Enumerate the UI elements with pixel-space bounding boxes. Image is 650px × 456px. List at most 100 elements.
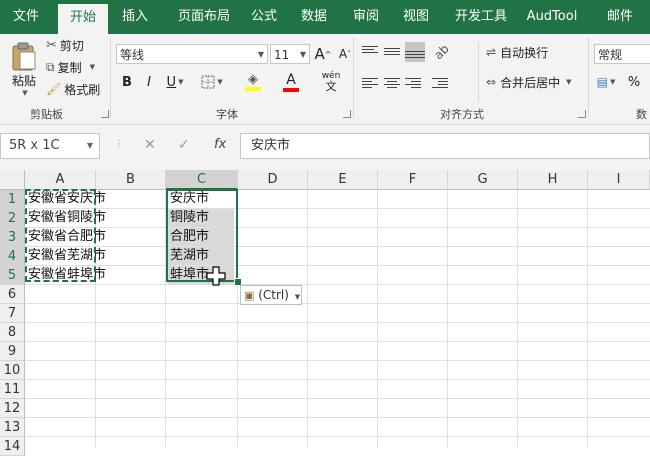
caret-up-icon: ^ xyxy=(324,49,332,59)
gridline xyxy=(517,190,518,448)
select-all-corner[interactable] xyxy=(0,170,25,190)
column-header-c[interactable]: C xyxy=(166,170,238,190)
font-dialog-launcher[interactable] xyxy=(343,110,351,118)
drag-handle-icon[interactable]: ⋮ xyxy=(114,139,124,150)
alignment-dialog-launcher[interactable] xyxy=(578,110,586,118)
row-header-11[interactable]: 11 xyxy=(0,380,25,399)
borders-button[interactable]: ▼ xyxy=(198,72,226,92)
tab-developer[interactable]: 开发工具 xyxy=(448,0,514,34)
row-header-1[interactable]: 1 xyxy=(0,190,25,209)
row-header-2[interactable]: 2 xyxy=(0,209,25,228)
confirm-edit-icon[interactable]: ✓ xyxy=(178,137,190,153)
gridline xyxy=(25,303,650,304)
font-color-swatch xyxy=(283,87,299,92)
currency-icon: ▤ xyxy=(596,75,608,89)
paste-options-button[interactable]: ▣ (Ctrl) ▼ xyxy=(240,285,302,305)
row-header-12[interactable]: 12 xyxy=(0,399,25,418)
row-header-8[interactable]: 8 xyxy=(0,323,25,342)
copy-button[interactable]: ⧉ 复制 ▼ xyxy=(46,58,95,76)
formula-input[interactable]: 安庆市 xyxy=(240,133,650,159)
gridline xyxy=(587,190,588,448)
align-left-icon[interactable] xyxy=(362,76,378,90)
merge-center-button[interactable]: ⇔ 合并后居中 ▼ xyxy=(486,72,571,92)
fill-color-button[interactable]: ◈ xyxy=(238,70,268,94)
merge-center-label: 合并后居中 xyxy=(500,75,561,90)
column-header-d[interactable]: D xyxy=(238,170,308,190)
row-header-6[interactable]: 6 xyxy=(0,285,25,304)
group-separator xyxy=(588,38,589,118)
align-top-icon[interactable] xyxy=(362,44,378,58)
cut-label: 剪切 xyxy=(59,38,84,53)
row-header-3[interactable]: 3 xyxy=(0,228,25,247)
shrink-font-label: A xyxy=(338,47,348,61)
phonetic-guide-button[interactable]: wén 文 xyxy=(316,70,346,94)
column-header-a[interactable]: A xyxy=(25,170,96,190)
column-header-e[interactable]: E xyxy=(308,170,378,190)
chevron-down-icon: ▼ xyxy=(257,50,264,59)
percent-button[interactable]: % xyxy=(626,72,642,92)
indent-icon[interactable] xyxy=(432,76,448,90)
font-size-combo[interactable]: 11 ▼ xyxy=(270,44,310,64)
gridline xyxy=(25,417,650,418)
row-header-10[interactable]: 10 xyxy=(0,361,25,380)
tab-data[interactable]: 数据 xyxy=(294,0,334,34)
worksheet-grid[interactable]: A B C D E F G H I 1 2 3 4 5 6 7 8 9 10 1… xyxy=(0,170,650,456)
font-name-combo[interactable]: 等线 ▼ xyxy=(116,44,268,64)
tab-view[interactable]: 视图 xyxy=(396,0,436,34)
clipboard-dialog-launcher[interactable] xyxy=(101,110,109,118)
row-header-13[interactable]: 13 xyxy=(0,418,25,437)
row-header-7[interactable]: 7 xyxy=(0,304,25,323)
gridline xyxy=(25,265,650,266)
grow-font-label: A xyxy=(314,45,325,63)
align-right-icon[interactable] xyxy=(405,76,421,90)
gridline xyxy=(25,227,650,228)
column-header-g[interactable]: G xyxy=(448,170,518,190)
name-box[interactable]: 5R x 1C ▼ xyxy=(0,133,100,159)
paste-options-label: (Ctrl) xyxy=(258,288,289,302)
bold-button[interactable]: B xyxy=(118,72,136,92)
paste-button[interactable]: 粘贴 ▼ xyxy=(6,38,42,100)
row-header-5[interactable]: 5 xyxy=(0,266,25,285)
wrap-text-label: 自动换行 xyxy=(500,45,549,60)
align-center-icon[interactable] xyxy=(384,76,400,90)
font-color-button[interactable]: A xyxy=(276,70,306,94)
column-header-h[interactable]: H xyxy=(518,170,588,190)
tab-insert[interactable]: 插入 xyxy=(112,0,158,34)
gridline xyxy=(447,190,448,448)
tab-formulas[interactable]: 公式 xyxy=(244,0,284,34)
insert-function-icon[interactable]: fx xyxy=(214,137,226,152)
cancel-edit-icon[interactable]: ✕ xyxy=(144,137,156,153)
column-header-b[interactable]: B xyxy=(96,170,166,190)
italic-button[interactable]: I xyxy=(140,72,158,92)
tab-review[interactable]: 审阅 xyxy=(346,0,386,34)
tab-file[interactable]: 文件 xyxy=(0,0,52,34)
number-group-label: 数 xyxy=(636,108,647,121)
cut-button[interactable]: ✂ 剪切 xyxy=(46,36,84,54)
orientation-button[interactable]: ab xyxy=(431,42,451,62)
tab-mailings[interactable]: 邮件 xyxy=(598,0,642,34)
scissors-icon: ✂ xyxy=(46,37,57,53)
shrink-font-button[interactable]: Aˇ xyxy=(336,44,354,64)
accounting-format-button[interactable]: ▤ ▼ xyxy=(594,72,618,92)
format-painter-button[interactable]: 🖌 格式刷 xyxy=(46,80,100,98)
number-format-combo[interactable]: 常规 xyxy=(594,44,650,64)
column-header-f[interactable]: F xyxy=(378,170,448,190)
row-header-14[interactable]: 14 xyxy=(0,437,25,456)
align-middle-icon[interactable] xyxy=(384,46,400,60)
gridline xyxy=(25,341,650,342)
grow-font-button[interactable]: A ^ xyxy=(314,44,332,64)
tab-home[interactable]: 开始 xyxy=(58,4,108,34)
ribbon: 粘贴 ▼ ✂ 剪切 ⧉ 复制 ▼ 🖌 格式刷 剪贴板 等线 ▼ 11 ▼ A ^ … xyxy=(0,34,650,125)
wrap-text-button[interactable]: ⇌ 自动换行 xyxy=(486,42,548,62)
underline-button[interactable]: U ▼ xyxy=(162,72,188,92)
row-header-9[interactable]: 9 xyxy=(0,342,25,361)
row-header-4[interactable]: 4 xyxy=(0,247,25,266)
alignment-group-label: 对齐方式 xyxy=(440,108,484,121)
gridline xyxy=(25,208,650,209)
gridline xyxy=(25,246,650,247)
column-header-i[interactable]: I xyxy=(588,170,650,190)
tab-audtool[interactable]: AudTool xyxy=(522,0,582,34)
align-bottom-icon[interactable] xyxy=(405,42,425,62)
wrap-text-icon: ⇌ xyxy=(486,45,497,59)
tab-page-layout[interactable]: 页面布局 xyxy=(168,0,240,34)
